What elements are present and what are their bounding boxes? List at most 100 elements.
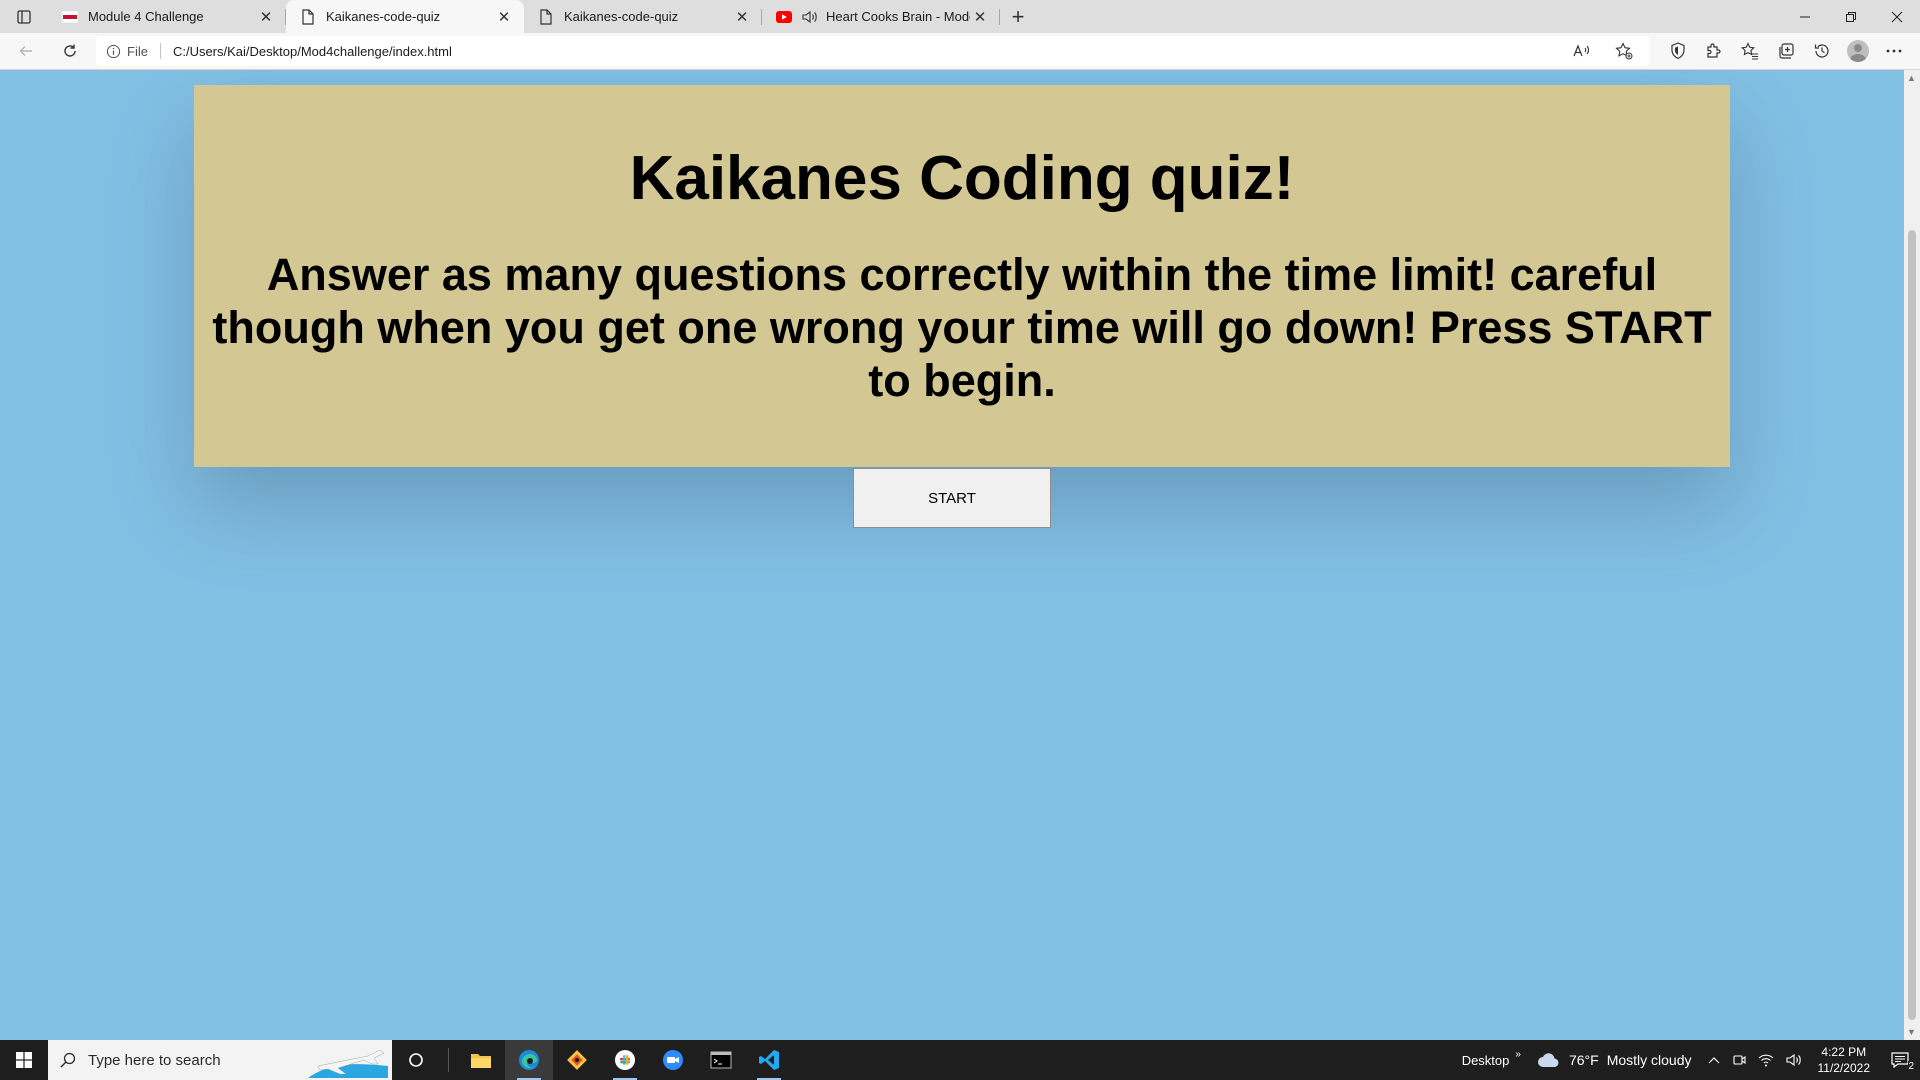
minimize-icon [1800, 16, 1810, 17]
tab-actions-button[interactable] [0, 0, 48, 33]
task-view-button[interactable] [392, 1040, 440, 1080]
terminal-taskbar-button[interactable] [697, 1040, 745, 1080]
address-bar[interactable]: File C:/Users/Kai/Desktop/Mod4challenge/… [96, 36, 1650, 66]
favorites-button[interactable] [1732, 35, 1768, 67]
tab-close-icon[interactable]: ✕ [494, 7, 514, 27]
add-favorite-button[interactable] [1606, 35, 1642, 67]
back-arrow-icon [19, 46, 32, 56]
extensions-button[interactable] [1696, 35, 1732, 67]
git-diamond-icon [567, 1050, 587, 1070]
start-button[interactable]: START [853, 468, 1051, 528]
tab-kaikanes-code-quiz[interactable]: Kaikanes-code-quiz ✕ [524, 0, 762, 33]
collections-button[interactable] [1768, 35, 1804, 67]
back-button[interactable] [8, 35, 44, 67]
read-aloud-button[interactable] [1564, 35, 1600, 67]
show-hidden-icons-button[interactable] [1702, 1056, 1726, 1064]
url-text[interactable]: C:/Users/Kai/Desktop/Mod4challenge/index… [173, 44, 1564, 59]
favorites-list-icon [1741, 42, 1758, 60]
vertical-scrollbar[interactable]: ▲ ▼ [1904, 70, 1920, 1040]
cloud-icon [1537, 1053, 1559, 1067]
taskbar-clock[interactable]: 4:22 PM 11/2/2022 [1808, 1044, 1881, 1076]
weather-temperature: 76°F [1568, 1052, 1599, 1068]
site-info-button[interactable]: File [106, 44, 148, 59]
collections-icon [1779, 43, 1794, 59]
tab-youtube-heart-cooks-brain[interactable]: Heart Cooks Brain - Modest Mouse ✕ [762, 0, 1000, 33]
windows-logo-icon [16, 1052, 32, 1068]
file-explorer-button[interactable] [457, 1040, 505, 1080]
star-add-icon [1615, 42, 1633, 60]
desktop-label: Desktop [1461, 1052, 1510, 1068]
zoom-icon [663, 1050, 683, 1070]
restore-button[interactable] [1828, 0, 1874, 33]
tab-separator [999, 9, 1000, 25]
taskbar-search-box[interactable]: Type here to search [48, 1040, 392, 1080]
refresh-icon [64, 44, 76, 57]
shield-icon [1671, 42, 1685, 60]
network-button[interactable] [1752, 1053, 1780, 1067]
slack-icon [615, 1050, 635, 1070]
tab-close-icon[interactable]: ✕ [970, 7, 990, 27]
refresh-button[interactable] [52, 35, 88, 67]
quiz-instructions: Answer as many questions correctly withi… [212, 249, 1712, 406]
tab-close-icon[interactable]: ✕ [732, 7, 752, 27]
edge-taskbar-button[interactable] [505, 1040, 553, 1080]
weather-description: Mostly cloudy [1606, 1052, 1692, 1068]
browser-toolbar: File C:/Users/Kai/Desktop/Mod4challenge/… [0, 33, 1920, 70]
zoom-taskbar-button[interactable] [649, 1040, 697, 1080]
git-taskbar-button[interactable] [553, 1040, 601, 1080]
search-icon [60, 1052, 76, 1068]
tab-kaikanes-code-quiz-active[interactable]: Kaikanes-code-quiz ✕ [286, 0, 524, 33]
chevron-up-icon [1708, 1057, 1719, 1064]
usa-favicon-icon [62, 9, 78, 25]
notification-count: 2 [1908, 1061, 1914, 1072]
vscode-taskbar-button[interactable] [745, 1040, 793, 1080]
puzzle-icon [1707, 43, 1721, 58]
close-window-button[interactable] [1874, 0, 1920, 33]
tab-title: Kaikanes-code-quiz [564, 9, 679, 24]
clock-time: 4:22 PM [1821, 1045, 1867, 1059]
meet-now-button[interactable] [1726, 1053, 1752, 1067]
cortana-icon [409, 1053, 423, 1067]
scroll-down-icon[interactable]: ▼ [1907, 1027, 1916, 1037]
notifications-button[interactable]: 2 [1880, 1040, 1920, 1080]
scroll-up-icon[interactable]: ▲ [1907, 73, 1916, 83]
notification-icon [1891, 1052, 1909, 1068]
page-favicon-icon [300, 8, 316, 25]
site-info-label: File [127, 43, 148, 59]
desktop-toolbar[interactable]: Desktop » [1456, 1049, 1527, 1068]
settings-menu-button[interactable] [1876, 35, 1912, 67]
page-viewport: Kaikanes Coding quiz! Answer as many que… [0, 70, 1904, 1040]
more-icon [1886, 49, 1902, 53]
tab-strip: Module 4 Challenge ✕ Kaikanes-code-quiz … [0, 0, 1920, 33]
minimize-button[interactable] [1782, 0, 1828, 33]
tab-close-icon[interactable]: ✕ [256, 7, 276, 27]
close-icon [1891, 11, 1903, 22]
clock-date: 11/2/2022 [1817, 1061, 1871, 1075]
scrollbar-thumb[interactable] [1908, 230, 1916, 1020]
wifi-icon [1758, 1054, 1773, 1067]
slack-taskbar-button[interactable] [601, 1040, 649, 1080]
tab-actions-icon [17, 9, 31, 24]
page-favicon-icon [538, 8, 554, 25]
tab-module-4-challenge[interactable]: Module 4 Challenge ✕ [48, 0, 286, 33]
vscode-icon [759, 1050, 779, 1070]
terminal-icon [710, 1051, 732, 1069]
avatar [1847, 40, 1869, 62]
page-title: Kaikanes Coding quiz! [629, 144, 1295, 213]
profile-button[interactable] [1840, 35, 1876, 67]
history-button[interactable] [1804, 35, 1840, 67]
volume-button[interactable] [1780, 1053, 1808, 1067]
tab-title: Heart Cooks Brain - Modest Mouse [826, 9, 970, 24]
start-menu-button[interactable] [0, 1040, 48, 1080]
system-tray: Desktop » 76°F Mostly cloudy 4:22 PM 11/… [1456, 1040, 1920, 1080]
toolbar-right [1660, 35, 1912, 67]
weather-widget[interactable]: 76°F Mostly cloudy [1527, 1051, 1702, 1069]
speaker-icon[interactable] [802, 10, 818, 24]
edge-browser-icon [519, 1050, 539, 1070]
tab-title: Kaikanes-code-quiz [326, 9, 441, 24]
tab-title: Module 4 Challenge [88, 9, 204, 24]
tracking-prevention-button[interactable] [1660, 35, 1696, 67]
search-placeholder: Type here to search [88, 1051, 221, 1069]
volume-icon [1785, 1053, 1801, 1067]
new-tab-button[interactable]: + [1000, 0, 1036, 33]
